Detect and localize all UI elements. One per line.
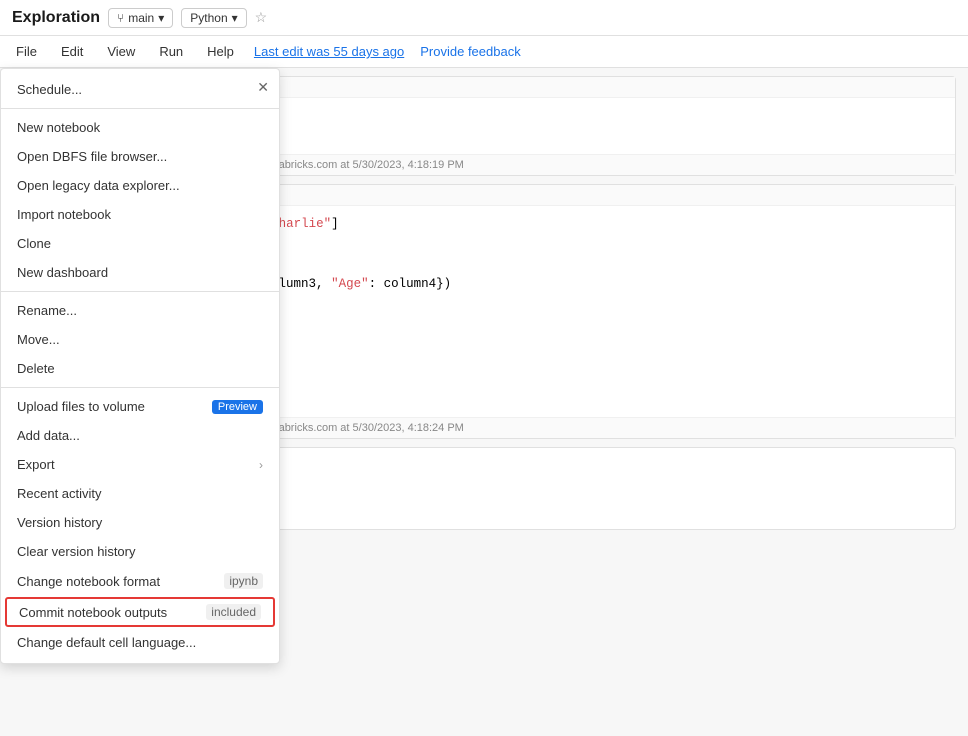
menu-view[interactable]: View: [103, 42, 139, 61]
star-icon[interactable]: ☆: [255, 9, 268, 26]
add-data-item[interactable]: Add data...: [1, 421, 279, 450]
upload-files-item[interactable]: Upload files to volume Preview: [1, 392, 279, 421]
chevron-right-icon: ›: [259, 458, 263, 472]
schedule-item[interactable]: Schedule...: [1, 75, 279, 104]
recent-activity-item[interactable]: Recent activity: [1, 479, 279, 508]
menu-help[interactable]: Help: [203, 42, 238, 61]
clone-item[interactable]: Clone: [1, 229, 279, 258]
change-default-cell-language-item[interactable]: Change default cell language...: [1, 628, 279, 657]
feedback-link[interactable]: Provide feedback: [420, 44, 520, 59]
move-item[interactable]: Move...: [1, 325, 279, 354]
menu-edit[interactable]: Edit: [57, 42, 87, 61]
menu-bar: File Edit View Run Help Last edit was 55…: [0, 36, 968, 68]
menu-file[interactable]: File: [12, 42, 41, 61]
notebook-title: Exploration: [12, 9, 100, 27]
branch-icon: ⑂: [117, 11, 124, 25]
preview-badge: Preview: [212, 400, 263, 414]
title-bar: Exploration ⑂ main ▾ Python ▾ ☆: [0, 0, 968, 36]
menu-run[interactable]: Run: [155, 42, 187, 61]
new-dashboard-item[interactable]: New dashboard: [1, 258, 279, 287]
chevron-down-icon: ▾: [232, 11, 238, 25]
branch-selector[interactable]: ⑂ main ▾: [108, 8, 173, 28]
new-notebook-item[interactable]: New notebook: [1, 113, 279, 142]
last-edit-link[interactable]: Last edit was 55 days ago: [254, 44, 404, 59]
export-item[interactable]: Export ›: [1, 450, 279, 479]
divider: [1, 387, 279, 388]
delete-item[interactable]: Delete: [1, 354, 279, 383]
divider: [1, 108, 279, 109]
outputs-tag: included: [206, 604, 261, 620]
clear-version-history-item[interactable]: Clear version history: [1, 537, 279, 566]
main-layout: ✕ Schedule... New notebook Open DBFS fil…: [0, 68, 968, 736]
commit-notebook-outputs-item[interactable]: Commit notebook outputs included: [5, 597, 275, 627]
divider: [1, 291, 279, 292]
format-tag: ipynb: [224, 573, 263, 589]
file-dropdown-menu: ✕ Schedule... New notebook Open DBFS fil…: [0, 68, 280, 664]
chevron-down-icon: ▾: [158, 11, 164, 25]
open-legacy-item[interactable]: Open legacy data explorer...: [1, 171, 279, 200]
close-icon[interactable]: ✕: [257, 79, 269, 96]
import-notebook-item[interactable]: Import notebook: [1, 200, 279, 229]
language-selector[interactable]: Python ▾: [181, 8, 246, 28]
rename-item[interactable]: Rename...: [1, 296, 279, 325]
change-notebook-format-item[interactable]: Change notebook format ipynb: [1, 566, 279, 596]
open-dbfs-item[interactable]: Open DBFS file browser...: [1, 142, 279, 171]
version-history-item[interactable]: Version history: [1, 508, 279, 537]
